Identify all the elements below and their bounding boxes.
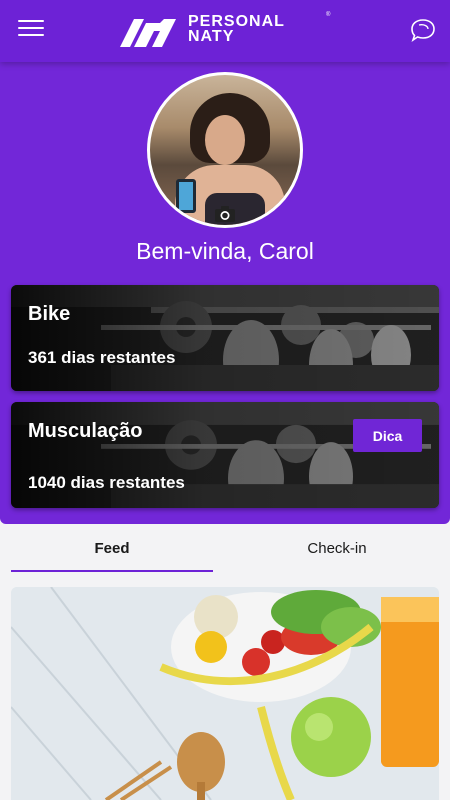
logo-line-1: PERSONAL bbox=[188, 13, 285, 30]
tip-button[interactable]: Dica bbox=[353, 419, 422, 452]
plan-card-musculacao[interactable]: Musculação 1040 dias restantes Dica bbox=[11, 402, 439, 508]
welcome-title: Bem-vinda, Carol bbox=[136, 238, 314, 264]
camera-icon[interactable] bbox=[214, 205, 236, 223]
plan-title: Bike bbox=[28, 303, 71, 325]
tab-feed[interactable]: Feed bbox=[11, 524, 213, 572]
plan-title: Musculação bbox=[28, 420, 143, 442]
tab-bar: Feed Check-in bbox=[0, 524, 450, 574]
healthy-food-image bbox=[11, 587, 439, 800]
plan-days-remaining: 1040 dias restantes bbox=[28, 473, 185, 492]
logo-trademark: ® bbox=[326, 12, 331, 18]
chat-bubbles-icon[interactable] bbox=[410, 17, 436, 43]
hamburger-menu-icon[interactable] bbox=[18, 20, 44, 42]
logo-mark-icon bbox=[120, 19, 176, 47]
tab-check-in[interactable]: Check-in bbox=[236, 524, 438, 572]
brand-logo: PERSONAL NATY ® bbox=[120, 12, 335, 48]
top-app-bar: PERSONAL NATY ® bbox=[0, 0, 450, 62]
logo-line-2: NATY bbox=[188, 28, 235, 45]
plan-card-bike[interactable]: Bike 361 dias restantes bbox=[11, 285, 439, 391]
plan-days-remaining: 361 dias restantes bbox=[28, 348, 176, 367]
feed-post-image[interactable] bbox=[11, 587, 439, 800]
